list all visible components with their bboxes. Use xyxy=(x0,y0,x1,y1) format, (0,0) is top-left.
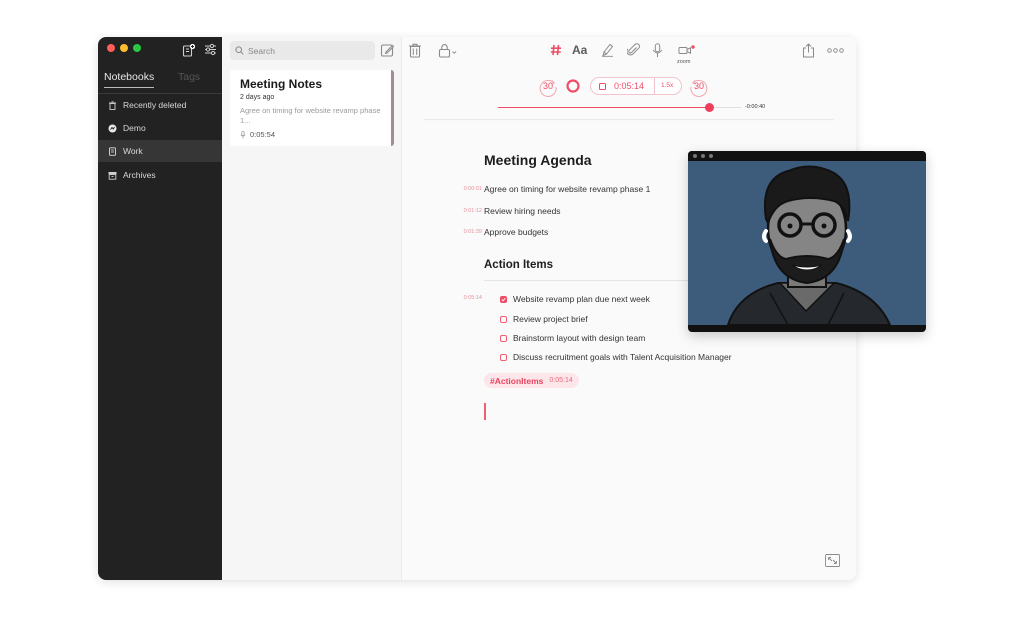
timestamp[interactable]: 0:05:14 xyxy=(456,295,482,301)
audio-progress-fill xyxy=(498,107,710,108)
task-item: Brainstorm layout with design team xyxy=(500,333,645,343)
sidebar-item-recently-deleted[interactable]: Recently deleted xyxy=(98,94,222,116)
skip-forward-label: 30 xyxy=(693,81,704,91)
tag-name: #ActionItems xyxy=(490,375,544,386)
task-item: Review project brief xyxy=(500,314,588,324)
video-minimize-button[interactable] xyxy=(701,154,705,158)
microphone-icon xyxy=(240,130,246,138)
sidebar-item-label: Archives xyxy=(123,170,156,180)
agenda-item[interactable]: 0:01:12 Review hiring needs xyxy=(456,206,561,216)
note-card-preview: Agree on timing for website revamp phase… xyxy=(240,106,381,125)
sidebar-item-work[interactable]: Work xyxy=(98,140,222,162)
text-format-button[interactable]: Aa xyxy=(572,43,587,57)
zoom-label: zoom xyxy=(677,59,691,65)
task-checkbox[interactable] xyxy=(500,334,507,342)
remaining-time: -0:00:40 xyxy=(745,104,766,110)
player-separator xyxy=(424,119,834,120)
speed-button[interactable]: 1.5x xyxy=(661,82,673,89)
action-items-heading: Action Items xyxy=(484,259,554,271)
note-card[interactable]: Meeting Notes 2 days ago Agree on timing… xyxy=(230,70,394,146)
highlighter-icon[interactable] xyxy=(601,43,614,57)
sidebar-tabs: Notebooks Tags xyxy=(98,71,222,91)
tag-time: 0:05:14 xyxy=(549,377,573,384)
task-text: Discuss recruitment goals with Talent Ac… xyxy=(513,352,732,362)
agenda-text: Agree on timing for website revamp phase… xyxy=(484,184,651,194)
sidebar-item-label: Demo xyxy=(123,123,146,133)
hashtag-icon[interactable] xyxy=(550,44,562,56)
timestamp[interactable]: 0:01:12 xyxy=(456,208,482,214)
more-options-icon[interactable] xyxy=(827,48,844,53)
stop-icon[interactable] xyxy=(599,83,606,90)
paperclip-icon[interactable] xyxy=(627,43,640,57)
share-icon[interactable] xyxy=(802,43,815,58)
new-notebook-icon[interactable] xyxy=(182,43,196,57)
agenda-text: Approve budgets xyxy=(484,227,549,237)
new-note-icon[interactable] xyxy=(380,43,395,58)
sidebar-item-demo[interactable]: Demo xyxy=(98,117,222,139)
task-checkbox[interactable] xyxy=(500,353,507,361)
expand-icon[interactable] xyxy=(825,554,840,567)
demo-icon xyxy=(108,124,117,132)
timestamp[interactable]: 0:01:39 xyxy=(456,229,482,235)
video-call-window[interactable] xyxy=(688,151,926,332)
search-icon xyxy=(235,46,244,55)
task-item: Discuss recruitment goals with Talent Ac… xyxy=(500,352,732,362)
task-item: Website revamp plan due next week xyxy=(500,294,650,304)
microphone-icon[interactable] xyxy=(652,43,663,58)
sidebar-item-label: Recently deleted xyxy=(123,100,187,110)
skip-back-button[interactable]: 30 xyxy=(538,77,558,97)
video-titlebar xyxy=(688,151,926,161)
playback-pill: 0:05:14 1.5x xyxy=(590,77,682,95)
audio-scrubber-handle[interactable] xyxy=(704,103,714,112)
audio-track[interactable] xyxy=(498,103,741,112)
video-camera-icon xyxy=(678,45,695,54)
task-text: Review project brief xyxy=(513,314,588,324)
sliders-icon[interactable] xyxy=(204,43,217,56)
playback-time: 0:05:14 xyxy=(614,81,645,91)
minimize-window-button[interactable] xyxy=(120,44,128,52)
skip-back-label: 30 xyxy=(542,81,553,91)
tab-notebooks[interactable]: Notebooks xyxy=(104,71,155,88)
window-controls xyxy=(107,44,141,52)
note-list: Search Meeting Notes 2 days ago Agree on… xyxy=(222,37,402,580)
agenda-heading: Meeting Agenda xyxy=(484,152,592,168)
note-card-date: 2 days ago xyxy=(240,94,275,101)
trash-icon[interactable] xyxy=(408,43,422,58)
pill-divider xyxy=(654,78,655,94)
sidebar-item-label: Work xyxy=(123,146,143,156)
sidebar-item-archives[interactable]: Archives xyxy=(98,164,222,186)
hashtag-chip[interactable]: #ActionItems 0:05:14 xyxy=(484,373,579,388)
video-close-button[interactable] xyxy=(693,154,697,158)
archive-icon xyxy=(108,171,117,180)
search-input[interactable]: Search xyxy=(230,41,375,60)
notebook-icon xyxy=(109,146,116,156)
maximize-window-button[interactable] xyxy=(133,44,141,52)
participant-avatar xyxy=(688,161,926,325)
agenda-text: Review hiring needs xyxy=(484,206,561,216)
note-card-duration: 0:05:54 xyxy=(240,130,381,139)
checkmark-icon xyxy=(501,297,506,301)
task-checkbox[interactable] xyxy=(500,315,507,323)
lock-icon[interactable] xyxy=(438,43,460,58)
agenda-item[interactable]: 0:00:01 Agree on timing for website reva… xyxy=(456,184,651,194)
close-window-button[interactable] xyxy=(107,44,115,52)
trash-icon xyxy=(109,100,116,110)
task-checkbox[interactable] xyxy=(500,295,507,303)
task-text: Brainstorm layout with design team xyxy=(513,333,646,343)
search-placeholder: Search xyxy=(248,45,275,56)
record-button[interactable] xyxy=(566,79,580,93)
sidebar: Notebooks Tags Recently deleted Demo Wor… xyxy=(98,37,222,580)
video-maximize-button[interactable] xyxy=(709,154,713,158)
skip-forward-button[interactable]: 30 xyxy=(689,77,709,97)
task-text: Website revamp plan due next week xyxy=(513,294,650,304)
text-cursor xyxy=(484,403,486,420)
duration-text: 0:05:54 xyxy=(250,130,276,139)
tab-tags[interactable]: Tags xyxy=(178,71,200,83)
zoom-button[interactable]: zoom xyxy=(676,42,698,65)
note-card-title: Meeting Notes xyxy=(240,77,323,91)
agenda-item[interactable]: 0:01:39 Approve budgets xyxy=(456,227,549,237)
timestamp[interactable]: 0:00:01 xyxy=(456,186,482,192)
